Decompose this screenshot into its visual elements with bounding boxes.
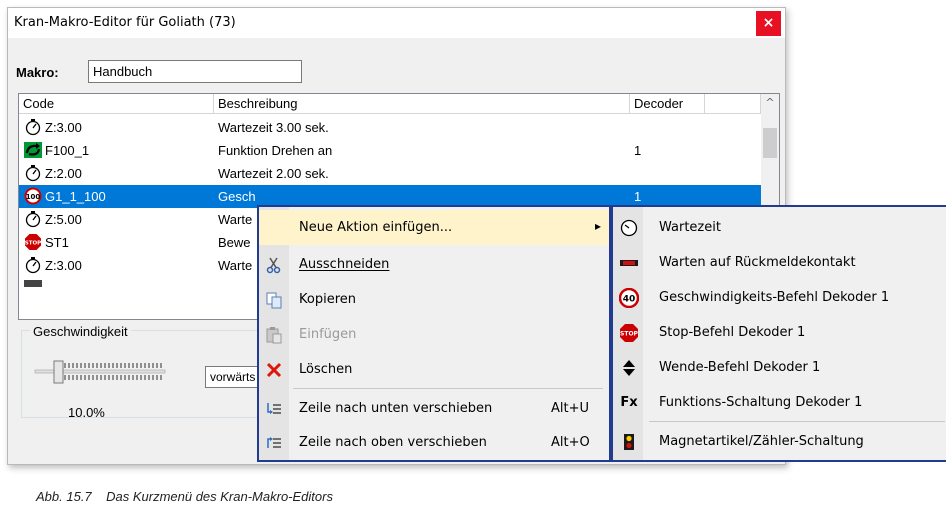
menu-item-zeile-nach-oben[interactable]: Zeile nach oben verschieben Alt+O	[259, 425, 609, 460]
submenu-item-stop[interactable]: STOP Stop-Befehl Dekoder 1	[613, 315, 946, 350]
slider-thumb[interactable]	[53, 360, 64, 384]
submenu-item-rueckmeldekontakt[interactable]: Warten auf Rückmeldekontakt	[613, 245, 946, 280]
scissors-icon	[264, 255, 284, 275]
menu-separator	[293, 388, 603, 389]
window-title: Kran-Makro-Editor für Goliath (73)	[14, 15, 236, 30]
rotate-icon	[24, 280, 42, 287]
submenu-item-wende[interactable]: Wende-Befehl Dekoder 1	[613, 350, 946, 385]
delete-icon	[264, 360, 284, 380]
stopwatch-icon	[25, 211, 41, 228]
submenu-item-wartezeit[interactable]: Wartezeit	[613, 210, 946, 245]
row-code: ST1	[45, 235, 69, 250]
column-header-beschreibung[interactable]: Beschreibung	[214, 94, 630, 114]
table-row[interactable]: Z:2.00 Wartezeit 2.00 sek.	[19, 162, 761, 185]
row-description: Wartezeit 3.00 sek.	[218, 120, 329, 135]
menu-item-label: Zeile nach unten verschieben	[299, 401, 493, 416]
submenu-item-label: Magnetartikel/Zähler-Schaltung	[659, 434, 864, 449]
menu-item-shortcut: Alt+U	[551, 401, 590, 416]
column-header-decoder[interactable]: Decoder	[630, 94, 705, 114]
green-rotate-icon	[24, 142, 42, 158]
function-icon: Fx	[620, 395, 638, 410]
menu-item-loeschen[interactable]: Löschen	[259, 352, 609, 387]
table-row[interactable]: F100_1 Funktion Drehen an 1	[19, 139, 761, 162]
svg-text:STOP: STOP	[25, 241, 41, 247]
row-description: Wartezeit 2.00 sek.	[218, 166, 329, 181]
submenu-item-funktion[interactable]: Fx Funktions-Schaltung Dekoder 1	[613, 385, 946, 420]
svg-text:100: 100	[26, 193, 41, 201]
feedback-contact-icon	[619, 253, 639, 273]
submenu-item-label: Funktions-Schaltung Dekoder 1	[659, 395, 863, 410]
move-up-icon	[264, 433, 284, 453]
menu-item-shortcut: Alt+O	[551, 435, 590, 450]
submenu-neue-aktion: Wartezeit Warten auf Rückmeldekontakt 40…	[611, 205, 946, 462]
submenu-item-label: Wartezeit	[659, 220, 721, 235]
speed-slider[interactable]	[33, 358, 168, 386]
menu-item-zeile-nach-unten[interactable]: Zeile nach unten verschieben Alt+U	[259, 391, 609, 426]
move-down-icon	[264, 399, 284, 419]
makro-label: Makro:	[16, 65, 59, 80]
submenu-arrow-icon: ▸	[595, 219, 602, 233]
row-code: F100_1	[45, 143, 90, 158]
svg-text:STOP: STOP	[620, 331, 639, 338]
submenu-item-magnetartikel[interactable]: Magnetartikel/Zähler-Schaltung	[613, 424, 946, 459]
menu-item-label: Zeile nach oben verschieben	[299, 435, 487, 450]
row-description: Warte	[218, 258, 253, 273]
figure-caption: Abb. 15.7 Das Kurzmenü des Kran-Makro-Ed…	[36, 489, 333, 504]
row-code: Z:2.00	[45, 166, 82, 181]
signal-icon	[619, 432, 639, 452]
stopwatch-icon	[25, 119, 41, 136]
submenu-item-label: Warten auf Rückmeldekontakt	[659, 255, 856, 270]
row-description: Funktion Drehen an	[218, 143, 333, 158]
reverse-arrows-icon	[619, 358, 639, 378]
svg-text:40: 40	[623, 295, 636, 305]
menu-item-label: Einfügen	[299, 327, 357, 342]
copy-icon	[264, 290, 284, 310]
submenu-item-label: Stop-Befehl Dekoder 1	[659, 325, 806, 340]
speed-value: 10.0%	[68, 405, 105, 420]
menu-item-neue-aktion[interactable]: Neue Aktion einfügen... ▸	[259, 210, 609, 245]
context-menu: Neue Aktion einfügen... ▸ Ausschneiden K…	[257, 205, 611, 462]
row-code: Z:3.00	[45, 258, 82, 273]
menu-item-label: Kopieren	[299, 292, 356, 307]
row-code: Z:3.00	[45, 120, 82, 135]
close-button[interactable]: ×	[756, 11, 781, 36]
scroll-up-button[interactable]: ^	[761, 96, 779, 112]
column-header-empty[interactable]	[705, 94, 761, 114]
submenu-item-geschwindigkeit[interactable]: 40 Geschwindigkeits-Befehl Dekoder 1	[613, 280, 946, 315]
menu-item-label: Löschen	[299, 362, 353, 377]
row-decoder: 1	[634, 143, 642, 158]
stop-sign-icon: STOP	[619, 323, 639, 343]
menu-item-label: Neue Aktion einfügen...	[299, 220, 453, 235]
submenu-item-label: Wende-Befehl Dekoder 1	[659, 360, 821, 375]
row-code: Z:5.00	[45, 212, 82, 227]
submenu-item-label: Geschwindigkeits-Befehl Dekoder 1	[659, 290, 890, 305]
stopwatch-icon	[25, 257, 41, 274]
speed-sign-icon: 100	[24, 187, 42, 205]
menu-item-einfuegen[interactable]: Einfügen	[259, 317, 609, 352]
speed-sign-icon: 40	[618, 287, 640, 309]
row-code: G1_1_100	[45, 189, 106, 204]
menu-item-kopieren[interactable]: Kopieren	[259, 282, 609, 317]
menu-item-ausschneiden[interactable]: Ausschneiden	[259, 247, 609, 282]
stop-sign-icon: STOP	[25, 234, 41, 250]
column-header-code[interactable]: Code	[19, 94, 214, 114]
submenu-separator	[649, 421, 945, 422]
row-decoder: 1	[634, 189, 642, 204]
menu-item-label: Ausschneiden	[299, 257, 390, 272]
title-bar[interactable]: Kran-Makro-Editor für Goliath (73) ×	[8, 8, 785, 38]
speed-group-label: Geschwindigkeit	[30, 324, 131, 339]
row-description: Bewe	[218, 235, 251, 250]
table-row[interactable]: Z:3.00 Wartezeit 3.00 sek.	[19, 116, 761, 139]
stopwatch-icon	[25, 165, 41, 182]
scroll-thumb[interactable]	[763, 128, 777, 158]
paste-icon	[264, 325, 284, 345]
direction-dropdown[interactable]: vorwärts	[205, 366, 265, 388]
makro-name-input[interactable]: Handbuch	[88, 60, 302, 83]
stopwatch-icon	[619, 218, 639, 238]
row-description: Gesch	[218, 189, 256, 204]
row-description: Warte	[218, 212, 253, 227]
